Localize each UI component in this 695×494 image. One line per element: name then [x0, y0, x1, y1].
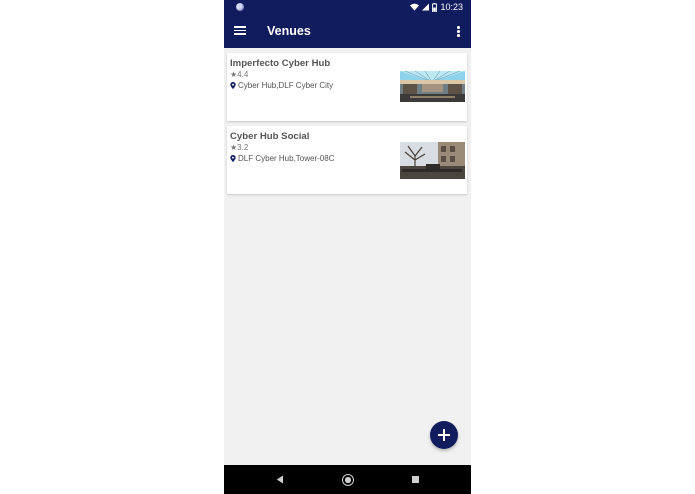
venue-thumbnail [400, 71, 465, 102]
signal-icon [422, 3, 430, 11]
location-text: DLF Cyber Hub,Tower-08C [238, 154, 335, 163]
battery-icon [432, 2, 438, 12]
venue-card[interactable]: Imperfecto Cyber Hub ★4.4 Cyber Hub,DLF … [227, 53, 467, 121]
venue-name: Cyber Hub Social [230, 131, 310, 142]
clock: 10:23 [440, 2, 463, 12]
back-icon[interactable] [276, 475, 284, 484]
page-title: Venues [267, 24, 311, 38]
venue-location: DLF Cyber Hub,Tower-08C [230, 154, 334, 163]
location-text: Cyber Hub,DLF Cyber City [238, 81, 334, 90]
status-icons: 10:23 [410, 2, 463, 12]
venue-location: Cyber Hub,DLF Cyber City [230, 81, 333, 90]
navigation-bar [224, 465, 471, 494]
phone-screen: 10:23 Venues Imperfecto Cyber Hub ★4.4 C… [224, 0, 471, 494]
add-venue-button[interactable] [430, 421, 458, 449]
location-pin-icon [230, 155, 236, 162]
status-bar: 10:23 [224, 0, 471, 15]
location-pin-icon [230, 82, 236, 89]
venue-rating: ★4.4 [230, 70, 248, 79]
venue-rating: ★3.2 [230, 143, 248, 152]
venue-name: Imperfecto Cyber Hub [230, 58, 331, 69]
rating-value: 3.2 [237, 143, 249, 152]
home-icon[interactable] [342, 474, 354, 486]
wifi-icon [410, 3, 420, 11]
venue-card[interactable]: Cyber Hub Social ★3.2 DLF Cyber Hub,Towe… [227, 126, 467, 194]
notification-dot-icon [236, 3, 244, 11]
menu-icon[interactable] [234, 26, 246, 35]
app-bar: Venues [224, 15, 471, 48]
more-vert-icon[interactable] [456, 25, 460, 39]
venue-thumbnail [400, 142, 465, 179]
rating-value: 4.4 [237, 70, 249, 79]
recents-icon[interactable] [412, 476, 419, 483]
